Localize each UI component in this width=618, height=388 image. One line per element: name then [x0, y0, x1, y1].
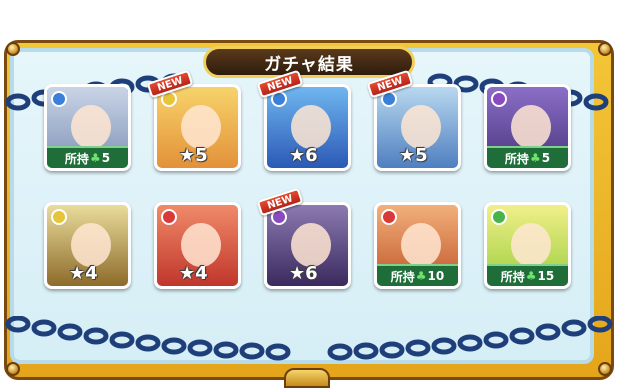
portrait-face: [511, 105, 551, 149]
character-card[interactable]: ★4: [44, 202, 131, 289]
owned-count: 15: [537, 269, 555, 283]
rarity-stars: ★6: [289, 263, 318, 284]
rarity-stars: ★5: [399, 145, 428, 166]
owned-label: 所持: [504, 151, 529, 166]
portrait-face: [181, 105, 221, 149]
portrait-face: [71, 223, 111, 267]
owned-label: 所持: [390, 269, 415, 284]
owned-count-bar: 所持 ♣ 10: [377, 264, 458, 286]
clover-icon: ♣: [529, 151, 541, 165]
rivet-icon: [598, 362, 612, 376]
owned-count-bar: 所持 ♣ 15: [487, 264, 568, 286]
character-card[interactable]: ★5: [374, 84, 461, 171]
light-element-icon: [51, 209, 67, 225]
character-card[interactable]: 所持 ♣ 10: [374, 202, 461, 289]
clover-icon: ♣: [89, 151, 101, 165]
owned-count: 10: [427, 269, 445, 283]
character-card[interactable]: ★4: [154, 202, 241, 289]
owned-label: 所持: [64, 151, 89, 166]
rivet-icon: [6, 42, 20, 56]
clover-icon: ♣: [525, 269, 537, 283]
character-card[interactable]: ★6: [264, 202, 351, 289]
page-title: ガチャ結果: [264, 54, 354, 75]
chain-bottom: [5, 316, 613, 361]
owned-count: 5: [101, 151, 111, 165]
owned-label: 所持: [500, 269, 525, 284]
portrait-face: [181, 223, 221, 267]
wood-element-icon: [491, 209, 507, 225]
character-card[interactable]: 所持 ♣ 5: [44, 84, 131, 171]
portrait-face: [291, 105, 331, 149]
portrait-face: [511, 223, 551, 267]
lock-icon: [284, 368, 330, 388]
character-card[interactable]: 所持 ♣ 5: [484, 84, 571, 171]
rarity-stars: ★6: [289, 145, 318, 166]
rivet-icon: [6, 362, 20, 376]
rarity-stars: ★4: [69, 263, 98, 284]
character-card[interactable]: ★6: [264, 84, 351, 171]
title-plate: ガチャ結果: [203, 46, 415, 78]
card-grid: 所持 ♣ 5 ★5 NEW ★6 NEW ★5 NEW 所持 ♣ 5 ★4 ★4 ★6 NEW 所持 ♣ 10 所持 ♣…: [44, 69, 579, 294]
water-element-icon: [51, 91, 67, 107]
portrait-face: [291, 223, 331, 267]
rarity-stars: ★4: [179, 263, 208, 284]
fire-element-icon: [381, 209, 397, 225]
portrait-face: [401, 105, 441, 149]
portrait-face: [401, 223, 441, 267]
dark-element-icon: [491, 91, 507, 107]
owned-count-bar: 所持 ♣ 5: [47, 146, 128, 168]
clover-icon: ♣: [415, 269, 427, 283]
character-card[interactable]: 所持 ♣ 15: [484, 202, 571, 289]
rarity-stars: ★5: [179, 145, 208, 166]
fire-element-icon: [161, 209, 177, 225]
portrait-face: [71, 105, 111, 149]
character-card[interactable]: ★5: [154, 84, 241, 171]
owned-count: 5: [541, 151, 551, 165]
owned-count-bar: 所持 ♣ 5: [487, 146, 568, 168]
rivet-icon: [598, 42, 612, 56]
